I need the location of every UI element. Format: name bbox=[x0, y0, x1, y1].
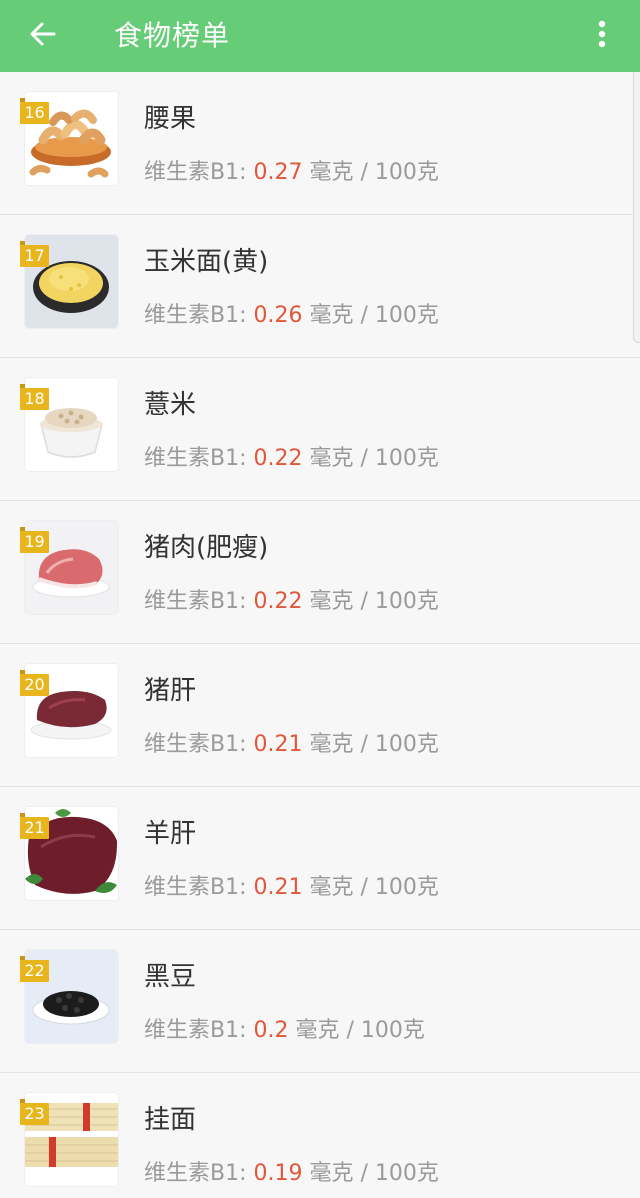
rank-badge: 18 bbox=[20, 384, 49, 410]
rank-badge: 17 bbox=[20, 241, 49, 267]
nutrient-value: 0.19 bbox=[253, 1161, 303, 1186]
nutrient-info: 维生素B1: 0.27 毫克 / 100克 bbox=[144, 154, 439, 186]
food-name: 黑豆 bbox=[144, 962, 197, 992]
list-item[interactable]: 18 薏米 维生素B1: 0.22 毫克 / 100克 bbox=[0, 358, 640, 501]
nutrient-info: 维生素B1: 0.26 毫克 / 100克 bbox=[144, 297, 439, 329]
rank-badge: 20 bbox=[20, 670, 49, 696]
food-name: 猪肉(肥瘦) bbox=[144, 533, 269, 563]
nutrient-value: 0.21 bbox=[253, 875, 303, 900]
back-button[interactable] bbox=[14, 8, 72, 64]
nutrient-unit: 毫克 / 100克 bbox=[309, 589, 439, 614]
nutrient-value: 0.26 bbox=[253, 303, 303, 328]
more-options-button[interactable] bbox=[578, 8, 626, 64]
list-item[interactable]: 21 羊肝 维生素B1: 0.21 毫克 / 100克 bbox=[0, 787, 640, 930]
rank-badge: 21 bbox=[20, 813, 49, 839]
nutrient-value: 0.22 bbox=[253, 589, 303, 614]
food-ranking-list: 16 腰果 维生素B1: 0.27 毫克 / 100克 17 玉米面(黄) 维生… bbox=[0, 72, 640, 1198]
scrollbar[interactable] bbox=[633, 72, 640, 343]
nutrient-unit: 毫克 / 100克 bbox=[309, 732, 439, 757]
rank-badge: 19 bbox=[20, 527, 49, 553]
list-item[interactable]: 20 猪肝 维生素B1: 0.21 毫克 / 100克 bbox=[0, 644, 640, 787]
nutrient-value: 0.2 bbox=[253, 1018, 289, 1043]
more-vertical-icon bbox=[597, 19, 607, 53]
nutrient-info: 维生素B1: 0.2 毫克 / 100克 bbox=[144, 1012, 425, 1044]
nutrient-label: 维生素B1: bbox=[144, 303, 247, 328]
nutrient-unit: 毫克 / 100克 bbox=[309, 446, 439, 471]
app-screen: 食物榜单 16 腰果 维生素B1: 0.27 毫克 / 100克 17 玉米面(… bbox=[0, 0, 640, 1198]
top-app-bar: 食物榜单 bbox=[0, 0, 640, 72]
nutrient-unit: 毫克 / 100克 bbox=[295, 1018, 425, 1043]
food-name: 羊肝 bbox=[144, 819, 197, 849]
food-name: 腰果 bbox=[144, 104, 197, 134]
rank-badge: 23 bbox=[20, 1099, 49, 1125]
list-item[interactable]: 22 黑豆 维生素B1: 0.2 毫克 / 100克 bbox=[0, 930, 640, 1073]
nutrient-info: 维生素B1: 0.19 毫克 / 100克 bbox=[144, 1155, 439, 1187]
rank-badge: 22 bbox=[20, 956, 49, 982]
nutrient-label: 维生素B1: bbox=[144, 732, 247, 757]
nutrient-label: 维生素B1: bbox=[144, 160, 247, 185]
nutrient-info: 维生素B1: 0.22 毫克 / 100克 bbox=[144, 440, 439, 472]
list-item[interactable]: 23 挂面 维生素B1: 0.19 毫克 / 100克 bbox=[0, 1073, 640, 1198]
food-name: 玉米面(黄) bbox=[144, 247, 269, 277]
nutrient-label: 维生素B1: bbox=[144, 875, 247, 900]
nutrient-unit: 毫克 / 100克 bbox=[309, 303, 439, 328]
nutrient-label: 维生素B1: bbox=[144, 589, 247, 614]
arrow-left-icon bbox=[29, 20, 57, 52]
nutrient-value: 0.27 bbox=[253, 160, 303, 185]
nutrient-value: 0.21 bbox=[253, 732, 303, 757]
list-item[interactable]: 17 玉米面(黄) 维生素B1: 0.26 毫克 / 100克 bbox=[0, 215, 640, 358]
food-name: 薏米 bbox=[144, 390, 197, 420]
list-item[interactable]: 16 腰果 维生素B1: 0.27 毫克 / 100克 bbox=[0, 72, 640, 215]
page-title: 食物榜单 bbox=[114, 19, 231, 52]
nutrient-label: 维生素B1: bbox=[144, 446, 247, 471]
food-name: 猪肝 bbox=[144, 676, 197, 706]
list-item[interactable]: 19 猪肉(肥瘦) 维生素B1: 0.22 毫克 / 100克 bbox=[0, 501, 640, 644]
nutrient-value: 0.22 bbox=[253, 446, 303, 471]
rank-badge: 16 bbox=[20, 98, 49, 124]
nutrient-label: 维生素B1: bbox=[144, 1161, 247, 1186]
food-name: 挂面 bbox=[144, 1105, 197, 1135]
nutrient-unit: 毫克 / 100克 bbox=[309, 1161, 439, 1186]
nutrient-info: 维生素B1: 0.21 毫克 / 100克 bbox=[144, 869, 439, 901]
nutrient-info: 维生素B1: 0.22 毫克 / 100克 bbox=[144, 583, 439, 615]
nutrient-info: 维生素B1: 0.21 毫克 / 100克 bbox=[144, 726, 439, 758]
nutrient-unit: 毫克 / 100克 bbox=[309, 875, 439, 900]
nutrient-label: 维生素B1: bbox=[144, 1018, 247, 1043]
nutrient-unit: 毫克 / 100克 bbox=[309, 160, 439, 185]
